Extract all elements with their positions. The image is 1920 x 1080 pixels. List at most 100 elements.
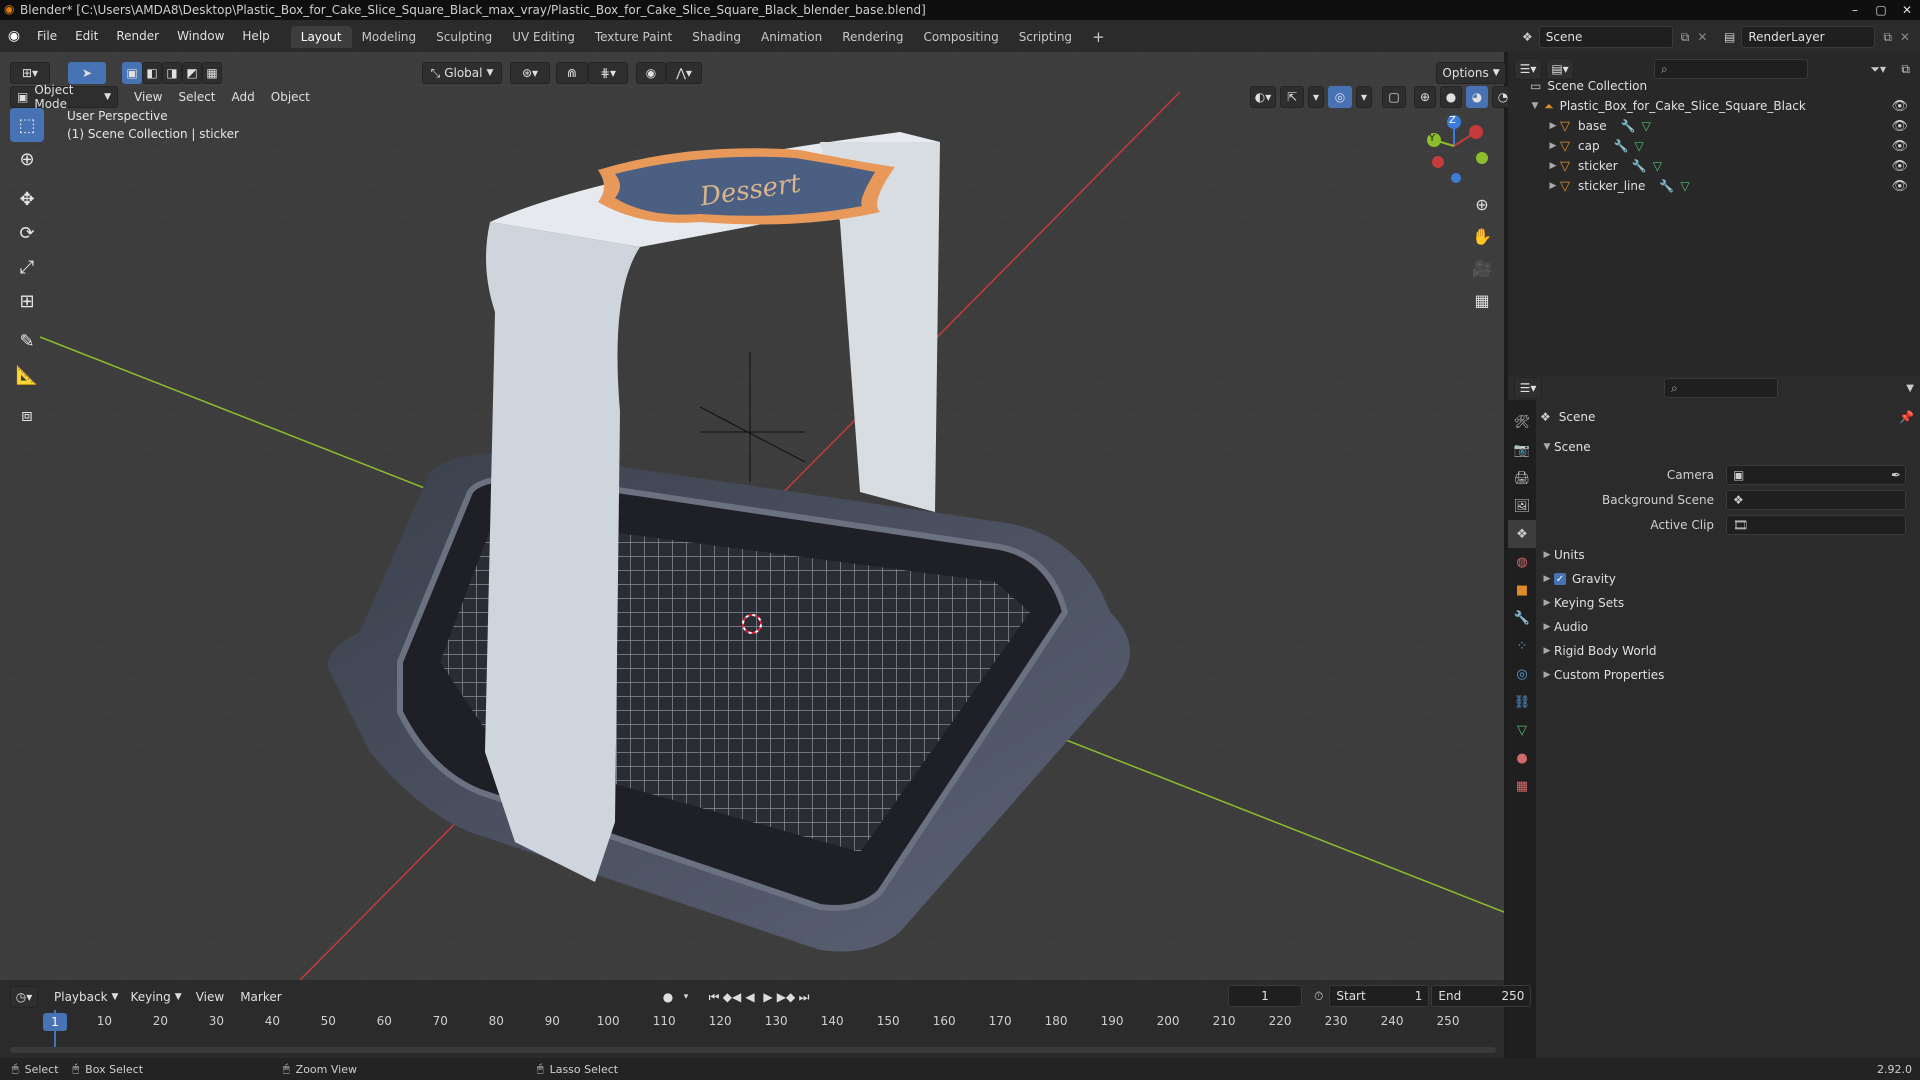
view-layer-selector[interactable]: ▤ RenderLayer ⧉ ✕ — [1724, 26, 1910, 48]
mesh-data-icon[interactable]: ▽ — [1642, 119, 1651, 133]
timeline-scrollbar[interactable] — [10, 1047, 1496, 1053]
rotate-tool-icon[interactable]: ⟳ — [10, 216, 44, 250]
tab-scripting[interactable]: Scripting — [1009, 26, 1082, 48]
viewport-menu-select[interactable]: Select — [170, 90, 223, 104]
material-shading-icon[interactable]: ◕ — [1466, 86, 1488, 108]
tab-data-icon[interactable]: ▽ — [1508, 716, 1536, 744]
visibility-eye-icon[interactable]: 👁 — [1891, 179, 1908, 194]
intersect-selection-icon[interactable]: ▦ — [202, 62, 222, 84]
playhead-frame-badge[interactable]: 1 — [43, 1013, 67, 1031]
keying-menu[interactable]: Keying ▼ — [124, 987, 187, 1007]
play-reverse-icon[interactable]: ◀ — [742, 989, 758, 1005]
jump-end-icon[interactable]: ⏭ — [796, 989, 812, 1005]
play-icon[interactable]: ▶ — [760, 989, 776, 1005]
new-view-layer-icon[interactable]: ⧉ — [1883, 30, 1892, 45]
menu-edit[interactable]: Edit — [66, 20, 107, 52]
transform-tool-icon[interactable]: ⊞ — [10, 284, 44, 318]
blender-menu-icon[interactable]: ◉ — [0, 28, 28, 44]
tab-render-icon[interactable]: 📷 — [1508, 436, 1536, 464]
visibility-eye-icon[interactable]: 👁 — [1891, 119, 1908, 134]
chevron-down-icon[interactable]: ▼ — [1906, 383, 1914, 394]
expand-arrow-icon[interactable]: ▶ — [1546, 181, 1560, 191]
camera-view-icon[interactable]: 🎥 — [1468, 254, 1496, 282]
tab-uv-editing[interactable]: UV Editing — [502, 26, 585, 48]
preview-range-icon[interactable]: ⏱ — [1314, 989, 1323, 1004]
new-selection-icon[interactable]: ▣ — [122, 62, 142, 84]
tab-physics-icon[interactable]: ◎ — [1508, 660, 1536, 688]
perspective-toggle-icon[interactable]: ▦ — [1468, 286, 1496, 314]
scale-tool-icon[interactable]: ⤢ — [10, 250, 44, 284]
tab-sculpting[interactable]: Sculpting — [426, 26, 502, 48]
tab-texture-icon[interactable]: ▦ — [1508, 772, 1536, 800]
xray-toggle-icon[interactable]: ▢ — [1382, 86, 1406, 108]
navigation-gizmo[interactable]: Z Y — [1420, 110, 1500, 190]
panel-scene[interactable]: ▼ Scene — [1540, 436, 1914, 458]
modifier-wrench-icon[interactable]: 🔧 — [1621, 119, 1636, 133]
end-frame-field[interactable]: End 250 — [1431, 985, 1532, 1007]
modifier-wrench-icon[interactable]: 🔧 — [1614, 139, 1629, 153]
timeline-view-menu[interactable]: View — [188, 990, 232, 1004]
tab-modeling[interactable]: Modeling — [352, 26, 427, 48]
tab-scene-icon[interactable]: ❖ — [1508, 520, 1536, 548]
chevron-down-icon[interactable]: ▾ — [678, 989, 694, 1005]
menu-window[interactable]: Window — [168, 20, 233, 52]
measure-tool-icon[interactable]: 📐 — [10, 358, 44, 392]
tree-row-sticker-line[interactable]: ▶ ▽ sticker_line 🔧 ▽ 👁 — [1508, 176, 1920, 196]
viewport-menu-add[interactable]: Add — [224, 90, 263, 104]
expand-arrow-icon[interactable]: ▼ — [1540, 442, 1554, 452]
expand-arrow-icon[interactable]: ▶ — [1540, 622, 1554, 632]
add-cube-tool-icon[interactable]: ⧈ — [10, 398, 44, 432]
jump-start-icon[interactable]: ⏮ — [706, 989, 722, 1005]
proportional-falloff-icon[interactable]: ⋀▾ — [666, 62, 702, 84]
properties-editor-type-icon[interactable]: ☰▾ — [1514, 377, 1542, 399]
modifier-wrench-icon[interactable]: 🔧 — [1659, 179, 1674, 193]
timeline-editor-type-icon[interactable]: ◷▾ — [10, 986, 38, 1008]
extend-selection-icon[interactable]: ◧ — [142, 62, 162, 84]
view-layer-field[interactable]: RenderLayer — [1741, 26, 1876, 48]
playback-menu[interactable]: Playback ▼ — [48, 987, 124, 1007]
tab-particles-icon[interactable]: ⁘ — [1508, 632, 1536, 660]
solid-shading-icon[interactable]: ● — [1440, 86, 1462, 108]
gravity-checkbox[interactable]: ✓ — [1554, 573, 1566, 585]
tab-world-icon[interactable]: ◍ — [1508, 548, 1536, 576]
tab-view-layer-icon[interactable]: 🖼 — [1508, 492, 1536, 520]
visibility-eye-icon[interactable]: 👁 — [1891, 139, 1908, 154]
remove-scene-icon[interactable]: ✕ — [1697, 30, 1707, 44]
move-tool-icon[interactable]: ✥ — [10, 182, 44, 216]
expand-arrow-icon[interactable]: ▶ — [1540, 550, 1554, 560]
expand-arrow-icon[interactable]: ▶ — [1546, 121, 1560, 131]
pivot-point-icon[interactable]: ⊛▾ — [510, 62, 550, 84]
tab-constraints-icon[interactable]: ⛓ — [1508, 688, 1536, 716]
transform-orientation-dropdown[interactable]: ⤡ Global ▼ — [422, 62, 502, 84]
remove-view-layer-icon[interactable]: ✕ — [1900, 30, 1910, 44]
sticker-object[interactable]: Dessert — [598, 148, 895, 225]
tab-rendering[interactable]: Rendering — [832, 26, 913, 48]
record-icon[interactable]: ● — [660, 989, 676, 1005]
tree-row-sticker[interactable]: ▶ ▽ sticker 🔧 ▽ 👁 — [1508, 156, 1920, 176]
tab-shading[interactable]: Shading — [682, 26, 751, 48]
gizmo-toggle-icon[interactable]: ⇱ — [1280, 86, 1304, 108]
select-tool-icon[interactable]: ➤ — [68, 62, 106, 84]
panel-rigid-body-world[interactable]: ▶ Rigid Body World — [1540, 640, 1914, 662]
select-box-tool-icon[interactable]: ⬚ — [10, 108, 44, 142]
scene-field[interactable]: Scene — [1538, 26, 1673, 48]
panel-gravity[interactable]: ▶ ✓ Gravity — [1540, 568, 1914, 590]
gizmo-dropdown-icon[interactable]: ▾ — [1308, 86, 1324, 108]
minimize-icon[interactable]: – — [1842, 0, 1868, 20]
tree-row-collection[interactable]: ▼ ⏶ Plastic_Box_for_Cake_Slice_Square_Bl… — [1508, 96, 1920, 116]
filter-icon[interactable]: ⏷▾ — [1870, 62, 1886, 77]
options-dropdown[interactable]: Options ▼ — [1436, 62, 1506, 84]
mesh-data-icon[interactable]: ▽ — [1635, 139, 1644, 153]
tree-row-scene-collection[interactable]: ▭ Scene Collection — [1508, 76, 1920, 96]
panel-custom-properties[interactable]: ▶ Custom Properties — [1540, 664, 1914, 686]
object-mode-dropdown[interactable]: ▣ Object Mode ▼ — [10, 83, 118, 111]
tab-animation[interactable]: Animation — [751, 26, 832, 48]
expand-arrow-icon[interactable]: ▶ — [1540, 598, 1554, 608]
tab-compositing[interactable]: Compositing — [913, 26, 1008, 48]
tab-material-icon[interactable]: ● — [1508, 744, 1536, 772]
overlays-dropdown-icon[interactable]: ▾ — [1356, 86, 1372, 108]
expand-arrow-icon[interactable]: ▶ — [1540, 574, 1554, 584]
eyedropper-icon[interactable]: ✒ — [1891, 468, 1901, 482]
tab-object-icon[interactable]: ■ — [1508, 576, 1536, 604]
expand-arrow-icon[interactable]: ▶ — [1540, 670, 1554, 680]
